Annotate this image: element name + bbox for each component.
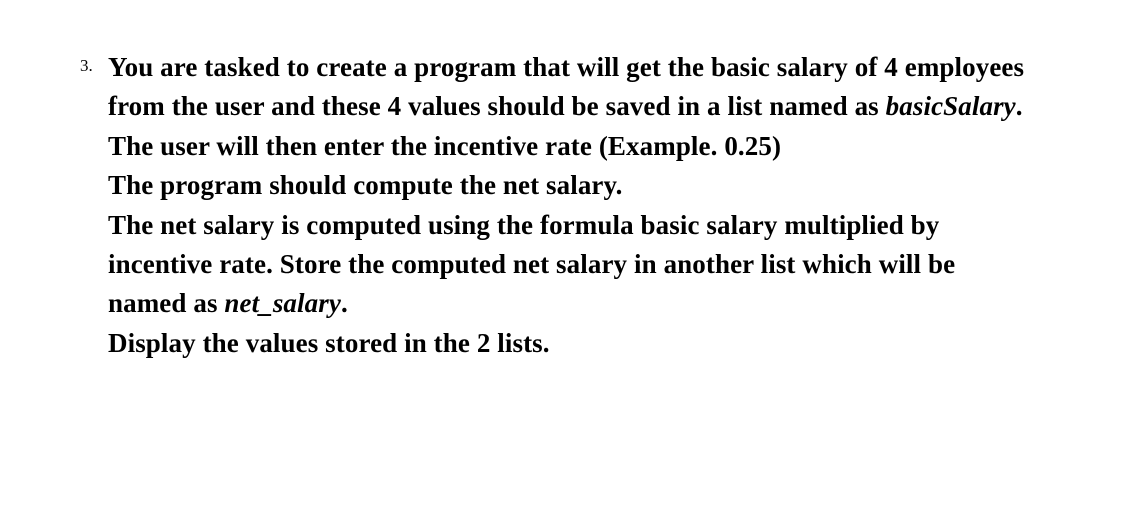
period-1: .	[1016, 91, 1023, 121]
question-text: You are tasked to create a program that …	[108, 48, 1025, 363]
numbered-list-item: 3. You are tasked to create a program th…	[80, 48, 1025, 363]
italic-variable-2: net_salary	[224, 288, 341, 318]
italic-variable-1: basicSalary	[886, 91, 1016, 121]
text-segment-5: Display the values stored in the 2 lists…	[108, 328, 550, 358]
text-segment-2: The user will then enter the incentive r…	[108, 131, 781, 161]
period-2: .	[341, 288, 348, 318]
text-segment-3: The program should compute the net salar…	[108, 170, 622, 200]
list-number: 3.	[80, 56, 100, 76]
